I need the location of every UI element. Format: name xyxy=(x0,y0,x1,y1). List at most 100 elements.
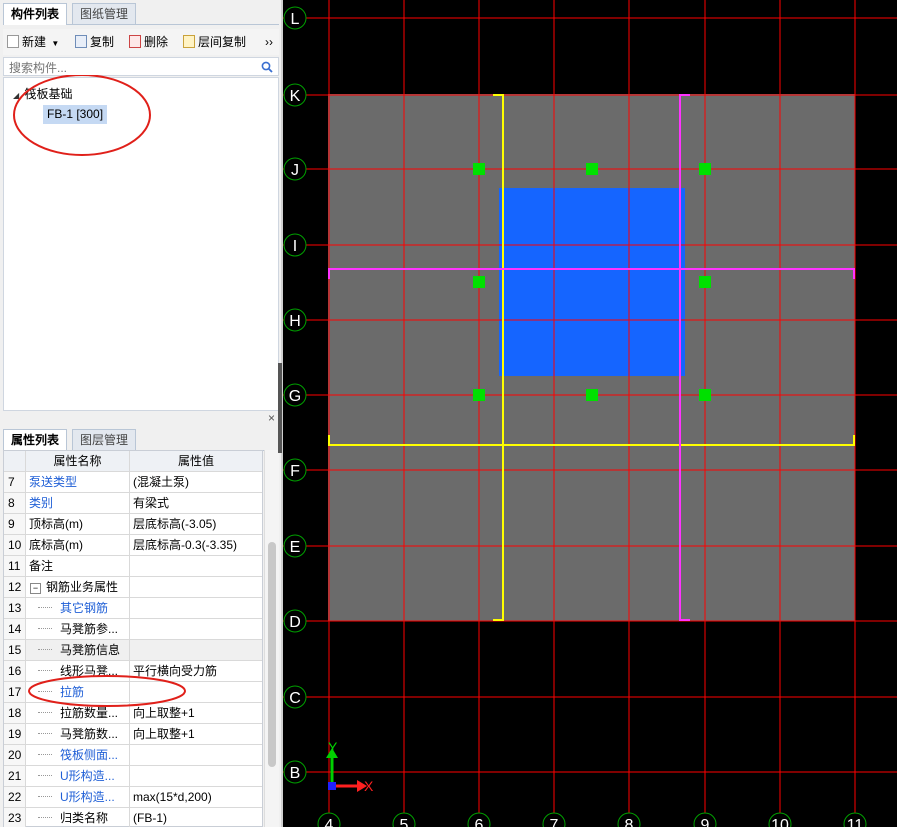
group-label: 钢筋业务属性 xyxy=(46,580,119,594)
property-value[interactable]: 向上取整+1 xyxy=(130,724,262,744)
property-name: U形构造... xyxy=(26,766,130,786)
new-button[interactable]: 新建 ▼ xyxy=(7,33,59,51)
property-value[interactable] xyxy=(130,598,262,618)
axis-label-col: 8 xyxy=(625,817,634,827)
property-grid-header: 属性名称 属性值 xyxy=(4,451,262,472)
component-toolbar: 新建 ▼ 复制 删除 层间复制 ›› xyxy=(3,29,279,55)
property-row[interactable]: 19 马凳筋数... 向上取整+1 xyxy=(4,724,262,745)
property-tab-bar: 属性列表 图层管理 xyxy=(3,426,279,451)
grip-point xyxy=(586,389,598,401)
header-num xyxy=(4,451,26,471)
ucs-origin xyxy=(328,782,336,790)
property-row[interactable]: 21 U形构造... xyxy=(4,766,262,787)
property-name: U形构造... xyxy=(26,787,130,807)
row-number: 23 xyxy=(4,808,26,827)
property-value[interactable] xyxy=(130,766,262,786)
tab-property-list[interactable]: 属性列表 xyxy=(3,429,68,451)
property-value[interactable]: max(15*d,200) xyxy=(130,787,262,807)
property-value[interactable] xyxy=(130,577,262,597)
property-value[interactable] xyxy=(130,640,262,660)
grip-point xyxy=(586,163,598,175)
property-name: 归类名称 xyxy=(26,808,130,827)
property-row[interactable]: 15 马凳筋信息 xyxy=(4,640,262,661)
splitter-handle[interactable] xyxy=(278,363,282,453)
axis-label-row: F xyxy=(290,463,300,480)
property-row[interactable]: 20 筏板侧面... xyxy=(4,745,262,766)
floor-copy-button-label: 层间复制 xyxy=(198,35,247,49)
toolbar-more-button[interactable]: ›› xyxy=(265,33,273,51)
property-name: 马凳筋参... xyxy=(26,619,130,639)
property-row[interactable]: 14 马凳筋参... xyxy=(4,619,262,640)
property-value[interactable]: (FB-1) xyxy=(130,808,262,827)
axis-label-col: 11 xyxy=(847,817,864,827)
tab-component-list[interactable]: 构件列表 xyxy=(3,3,68,25)
property-value[interactable] xyxy=(130,556,262,576)
copy-button-label: 复制 xyxy=(90,35,115,49)
property-row[interactable]: 11 备注 xyxy=(4,556,262,577)
delete-button[interactable]: 删除 xyxy=(129,33,168,51)
property-name: 马凳筋信息 xyxy=(26,640,130,660)
search-icon[interactable] xyxy=(261,61,273,73)
axis-label-col: 6 xyxy=(475,817,484,827)
property-row[interactable]: 22 U形构造... max(15*d,200) xyxy=(4,787,262,808)
tree-line xyxy=(38,796,52,797)
row-number: 15 xyxy=(4,640,26,660)
property-value[interactable]: (混凝土泵) xyxy=(130,472,262,492)
grip-point xyxy=(699,276,711,288)
row-number: 19 xyxy=(4,724,26,744)
scrollbar-thumb[interactable] xyxy=(268,542,276,767)
ucs-x-label: X xyxy=(364,778,374,794)
property-row[interactable]: 10 底标高(m) 层底标高-0.3(-3.35) xyxy=(4,535,262,556)
header-property-value: 属性值 xyxy=(177,454,214,468)
grip-point xyxy=(473,276,485,288)
property-scrollbar[interactable] xyxy=(264,450,279,827)
property-value[interactable] xyxy=(130,619,262,639)
property-label: 拉筋数量... xyxy=(60,706,119,720)
copy-button[interactable]: 复制 xyxy=(75,33,114,51)
property-name: 顶标高(m) xyxy=(26,514,130,534)
row-number: 16 xyxy=(4,661,26,681)
property-value[interactable]: 层底标高(-3.05) xyxy=(130,514,262,534)
property-value[interactable]: 层底标高-0.3(-3.35) xyxy=(130,535,262,555)
tab-drawing-management[interactable]: 图纸管理 xyxy=(72,3,137,24)
axis-label-col: 4 xyxy=(325,817,334,827)
component-search-input[interactable] xyxy=(7,59,251,76)
tree-line xyxy=(38,712,52,713)
header-property-name: 属性名称 xyxy=(26,451,130,471)
floor-copy-button[interactable]: 层间复制 xyxy=(183,33,246,51)
cad-view[interactable]: L K J I H G F E D C B 4 5 6 7 8 9 10 11 Y X xyxy=(283,0,897,827)
axis-label-row: B xyxy=(290,765,301,782)
delete-icon xyxy=(129,35,141,48)
tree-line xyxy=(38,649,52,650)
axis-label-col: 7 xyxy=(550,817,559,827)
property-row[interactable]: 23 归类名称 (FB-1) xyxy=(4,808,262,827)
annotation-circle-2 xyxy=(28,675,186,707)
drawing-canvas[interactable]: L K J I H G F E D C B 4 5 6 7 8 9 10 11 Y X xyxy=(283,0,897,827)
axis-label-row: C xyxy=(289,690,301,707)
property-name: 类别 xyxy=(26,493,130,513)
row-number: 13 xyxy=(4,598,26,618)
axis-label-col: 5 xyxy=(400,817,409,827)
property-row[interactable]: 9 顶标高(m) 层底标高(-3.05) xyxy=(4,514,262,535)
property-row[interactable]: 8 类别 有梁式 xyxy=(4,493,262,514)
property-row[interactable]: 12− 钢筋业务属性 xyxy=(4,577,262,598)
axis-label-row: G xyxy=(289,388,301,405)
tab-layer-management[interactable]: 图层管理 xyxy=(72,429,137,450)
collapse-toggle-icon[interactable]: − xyxy=(30,583,41,594)
copy-icon xyxy=(75,35,87,48)
ucs-y-label: Y xyxy=(328,739,338,755)
property-row[interactable]: 13 其它钢筋 xyxy=(4,598,262,619)
axis-label-row: K xyxy=(290,88,301,105)
property-label: 马凳筋信息 xyxy=(60,643,121,657)
property-row[interactable]: 7 泵送类型 (混凝土泵) xyxy=(4,472,262,493)
axis-label-row: E xyxy=(290,539,301,556)
row-number: 18 xyxy=(4,703,26,723)
property-name: 备注 xyxy=(26,556,130,576)
property-value[interactable]: 有梁式 xyxy=(130,493,262,513)
property-value[interactable] xyxy=(130,745,262,765)
row-number: 7 xyxy=(4,472,26,492)
tree-line xyxy=(38,607,52,608)
close-panel-button[interactable]: × xyxy=(268,411,275,425)
axis-label-row: H xyxy=(289,313,301,330)
row-number: 8 xyxy=(4,493,26,513)
